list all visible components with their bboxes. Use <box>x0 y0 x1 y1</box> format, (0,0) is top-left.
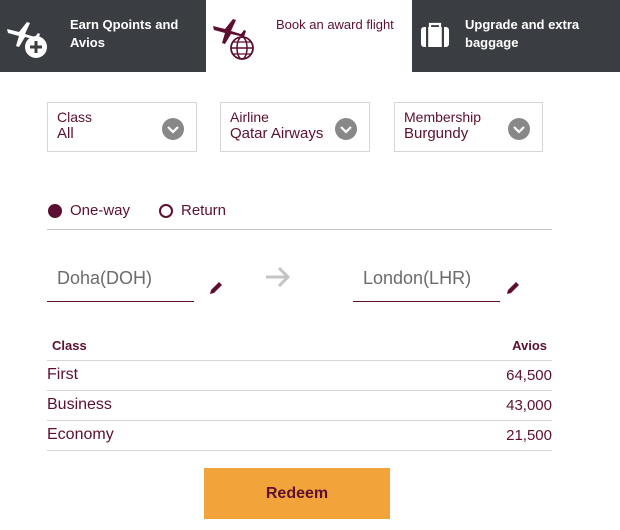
suitcase-icon <box>421 22 449 47</box>
column-header-avios: Avios <box>512 338 547 353</box>
chevron-down-icon <box>335 118 357 140</box>
membership-select-value: Burgundy <box>404 125 469 142</box>
tab-label: Upgrade and extra baggage <box>465 17 580 50</box>
chevron-down-icon <box>508 118 530 140</box>
airline-select-value: Qatar Airways <box>230 125 324 142</box>
one-way-radio[interactable]: One-way <box>48 202 138 220</box>
class-select-value: All <box>57 125 74 142</box>
redeem-button[interactable]: Redeem <box>204 468 390 519</box>
airline-select-label: Airline <box>230 109 269 125</box>
table-header: Class Avios <box>47 336 552 361</box>
plane-plus-icon <box>7 22 47 58</box>
tab-book-award-flight[interactable]: Book an award flight <box>206 0 412 72</box>
tab-label: Earn Qpoints and Avios <box>70 17 179 50</box>
avios-cell: 64,500 <box>506 367 552 384</box>
plane-globe-icon <box>213 19 254 60</box>
table-row: Business 43,000 <box>47 391 552 421</box>
avios-cell: 43,000 <box>506 397 552 414</box>
avios-cell: 21,500 <box>506 427 552 444</box>
table-row: Economy 21,500 <box>47 421 552 451</box>
destination-field[interactable]: London(LHR) <box>353 258 500 302</box>
origin-value: Doha(DOH) <box>57 268 153 288</box>
class-cell: Business <box>47 396 112 413</box>
one-way-label: One-way <box>70 202 131 219</box>
airline-select[interactable]: Airline Qatar Airways <box>220 102 370 152</box>
class-select[interactable]: Class All <box>47 102 197 152</box>
divider <box>47 229 552 230</box>
arrow-right-icon <box>266 266 291 288</box>
pencil-icon[interactable] <box>504 279 522 297</box>
table-row: First 64,500 <box>47 361 552 391</box>
radio-dot <box>159 204 173 218</box>
membership-select-label: Membership <box>404 109 482 125</box>
class-cell: First <box>47 366 79 383</box>
column-header-class: Class <box>52 338 87 353</box>
class-select-label: Class <box>57 109 93 125</box>
origin-field[interactable]: Doha(DOH) <box>47 258 194 302</box>
chevron-down-icon <box>162 118 184 140</box>
return-label: Return <box>181 202 227 219</box>
tab-label: Book an award flight <box>276 17 394 32</box>
radio-dot <box>48 204 62 218</box>
return-radio[interactable]: Return <box>159 202 239 220</box>
class-cell: Economy <box>47 426 114 443</box>
tab-upgrade-baggage[interactable]: Upgrade and extra baggage <box>412 0 620 72</box>
destination-value: London(LHR) <box>363 268 472 288</box>
tab-bar: Earn Qpoints and Avios Book an award fli… <box>0 0 620 72</box>
pencil-icon[interactable] <box>207 279 225 297</box>
membership-select[interactable]: Membership Burgundy <box>394 102 543 152</box>
tab-earn-qpoints[interactable]: Earn Qpoints and Avios <box>0 0 206 72</box>
